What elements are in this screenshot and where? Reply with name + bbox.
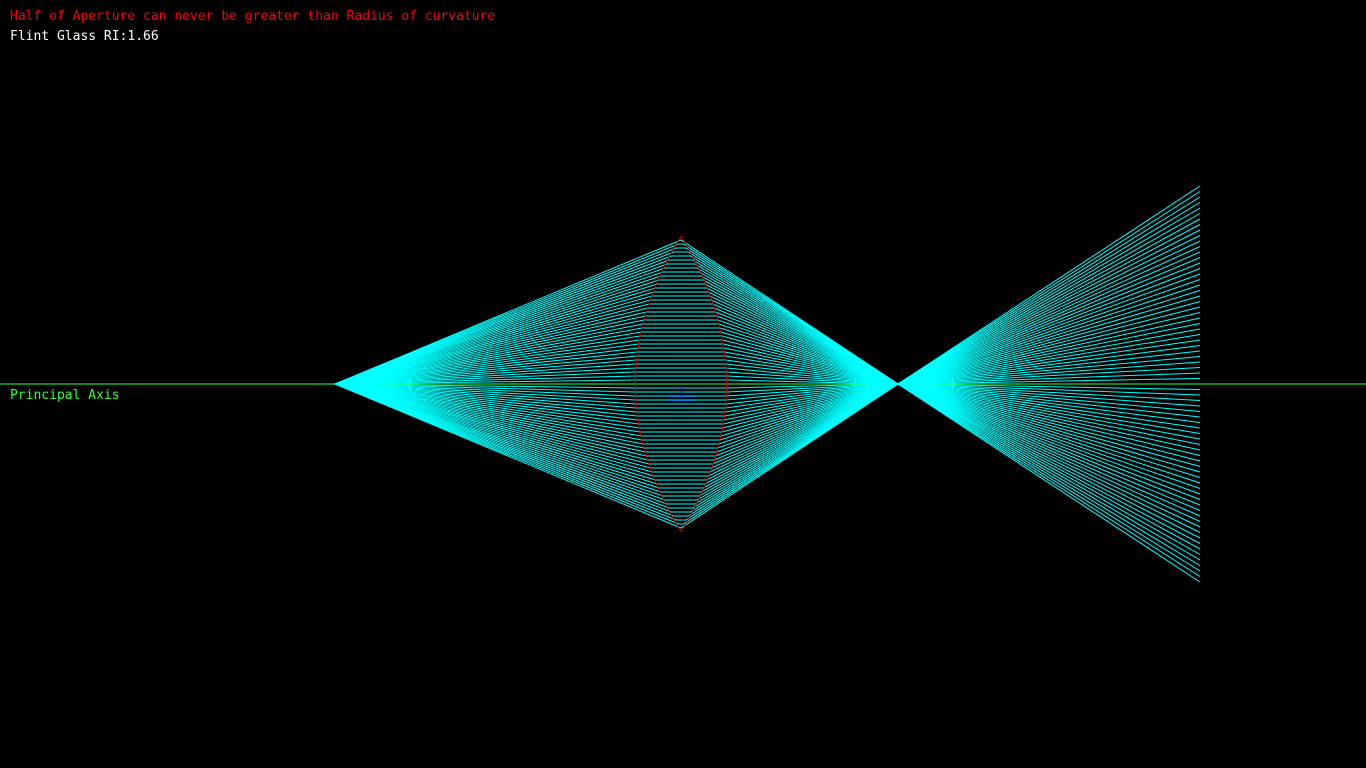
light-ray [334, 279, 1201, 528]
light-ray [334, 243, 1201, 577]
light-ray [334, 378, 1201, 389]
lens-center-mark [668, 388, 696, 402]
optics-scene [0, 185, 1366, 583]
light-ray [334, 240, 1201, 489]
light-ray [334, 191, 1201, 525]
light-ray [334, 379, 1201, 390]
simulation-canvas: Half of Aperture can never be greater th… [0, 0, 1366, 768]
